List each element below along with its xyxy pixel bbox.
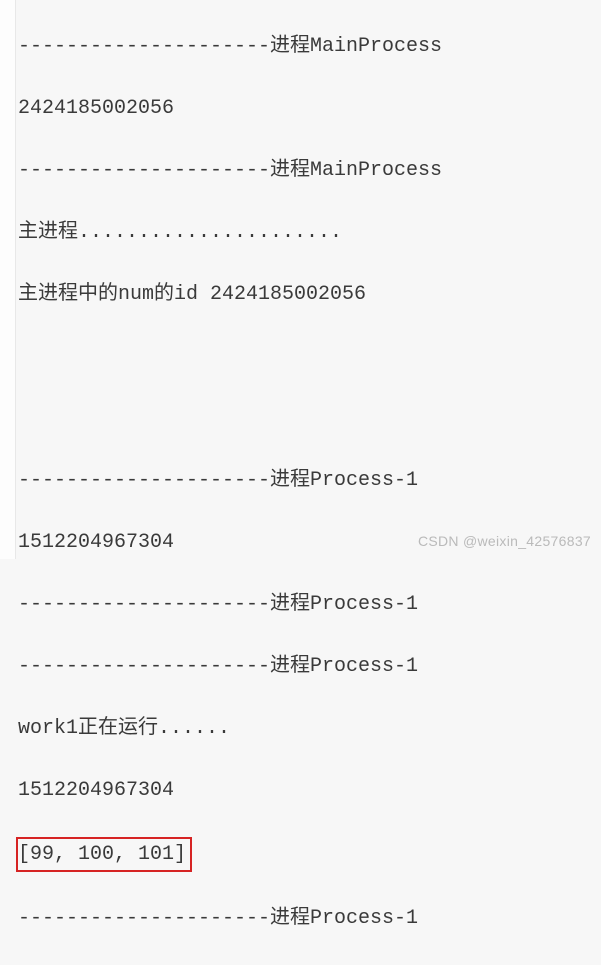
output-line: 2424185002056: [18, 93, 578, 124]
output-line: 主进程中的num的id 2424185002056: [18, 279, 578, 310]
output-line-blank: [18, 403, 578, 434]
output-line-blank: [18, 341, 578, 372]
highlight-box: [99, 100, 101]: [16, 837, 192, 872]
output-line: 1512204967304: [18, 775, 578, 806]
console-output: ---------------------进程MainProcess 24241…: [18, 0, 578, 965]
output-line: ---------------------进程Process-1: [18, 903, 578, 934]
gutter: [0, 0, 16, 559]
output-line-highlighted: [99, 100, 101]: [18, 837, 578, 872]
watermark-text: CSDN @weixin_42576837: [418, 531, 591, 553]
output-line: ---------------------进程Process-1: [18, 651, 578, 682]
output-line: ---------------------进程Process-1: [18, 465, 578, 496]
output-line: work1正在运行......: [18, 713, 578, 744]
output-line: ---------------------进程MainProcess: [18, 155, 578, 186]
output-line: 主进程......................: [18, 217, 578, 248]
output-line: ---------------------进程MainProcess: [18, 31, 578, 62]
output-line: ---------------------进程Process-1: [18, 589, 578, 620]
